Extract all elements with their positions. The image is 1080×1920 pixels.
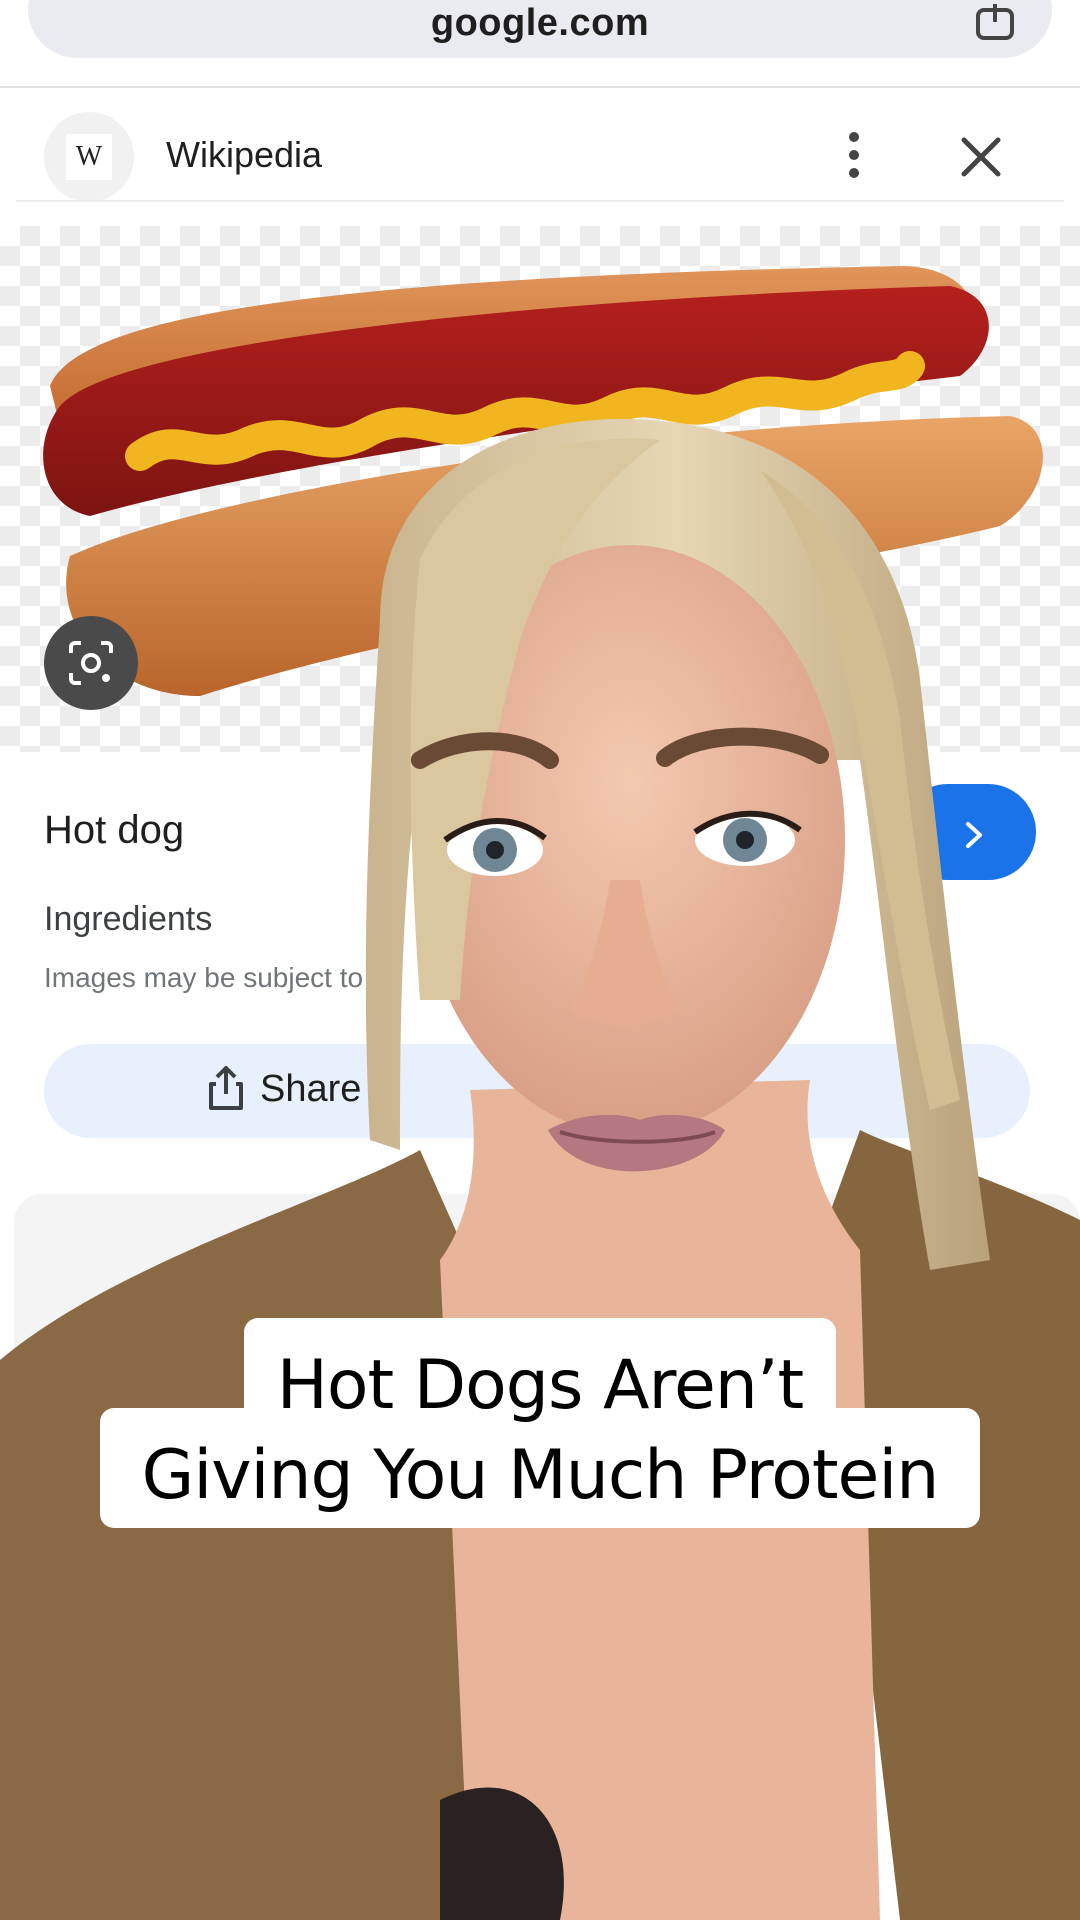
wikipedia-logo-letter: W — [66, 134, 112, 180]
divider — [0, 86, 1080, 88]
caption-line-2: Giving You Much Protein — [141, 1436, 940, 1515]
address-bar[interactable]: google.com — [28, 0, 1052, 58]
creator-video-overlay — [0, 418, 1080, 1920]
screen: google.com W Wikipedia Hot dog Ingredien… — [0, 0, 1080, 1920]
close-icon[interactable] — [956, 132, 1006, 182]
url-text: google.com — [430, 2, 650, 44]
source-header: W Wikipedia — [0, 100, 1080, 202]
caption-line-1: Hot Dogs Aren’t — [276, 1346, 804, 1425]
wikipedia-logo[interactable]: W — [44, 112, 134, 202]
divider — [16, 200, 1064, 202]
source-name[interactable]: Wikipedia — [166, 134, 322, 176]
tabs-icon[interactable] — [974, 0, 1016, 42]
more-vert-icon[interactable] — [834, 130, 874, 180]
